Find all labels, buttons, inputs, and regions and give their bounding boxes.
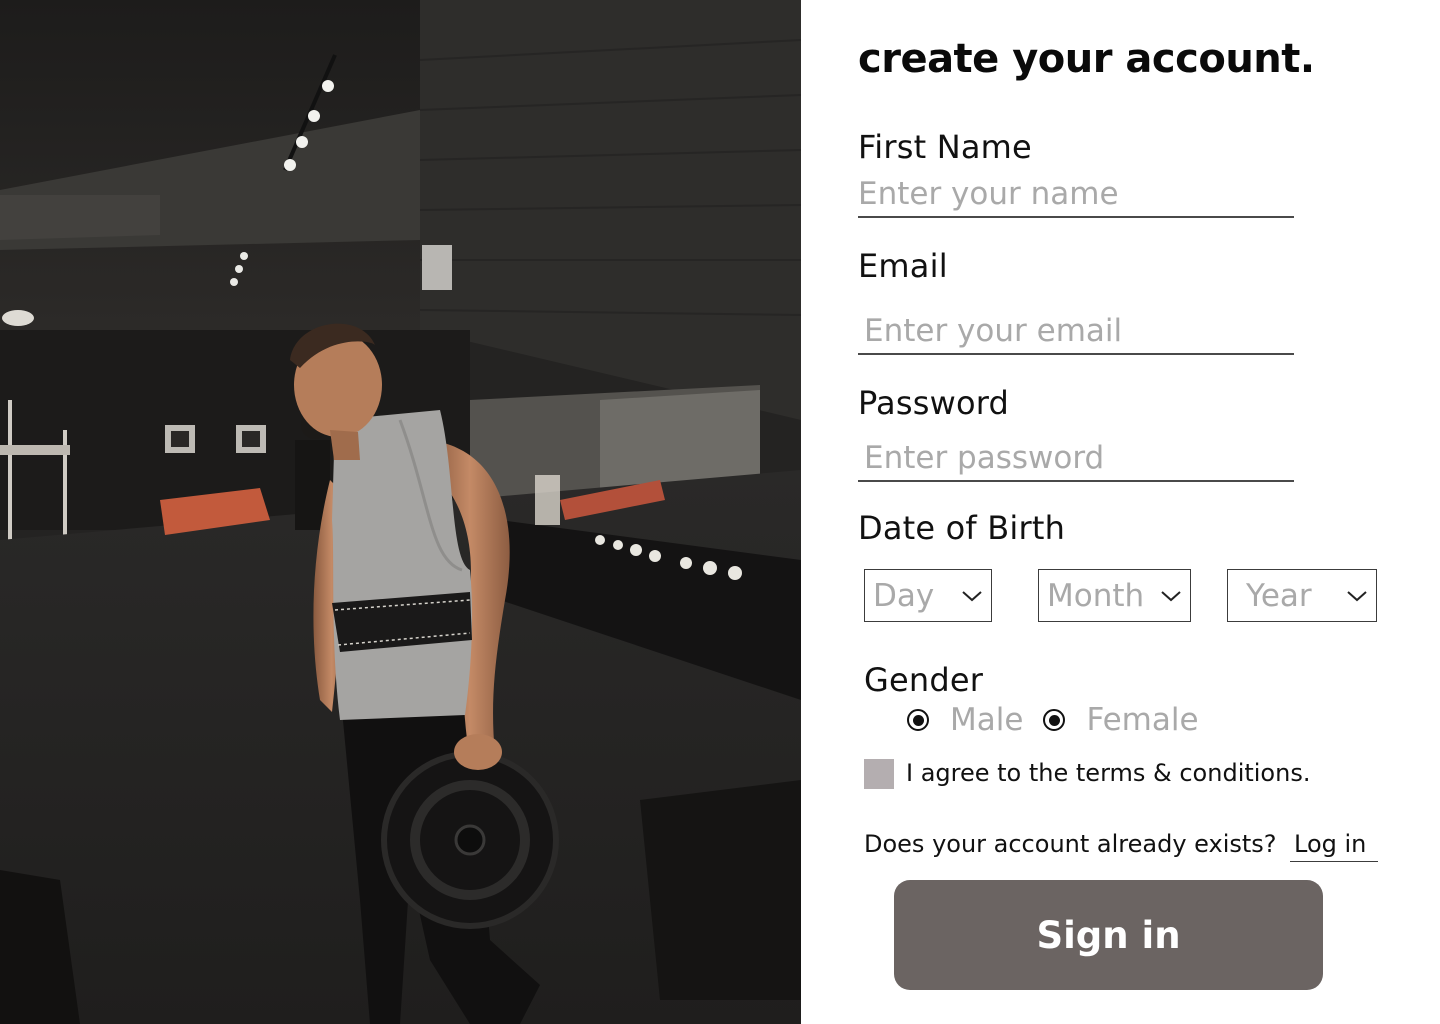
dob-day-select[interactable]: Day bbox=[864, 569, 992, 622]
gender-male-radio[interactable]: Male bbox=[907, 702, 1023, 738]
gym-photo bbox=[0, 0, 801, 1024]
dob-month-select[interactable]: Month bbox=[1038, 569, 1191, 622]
gender-female-radio[interactable]: Female bbox=[1043, 702, 1199, 738]
chevron-down-icon bbox=[1347, 590, 1367, 601]
dob-label: Date of Birth bbox=[858, 509, 1066, 547]
chevron-down-icon bbox=[962, 590, 982, 601]
email-input[interactable] bbox=[858, 309, 1294, 355]
login-link[interactable]: Log in bbox=[1290, 830, 1378, 862]
password-label: Password bbox=[858, 384, 1010, 422]
dob-year-select[interactable]: Year bbox=[1227, 569, 1377, 622]
signup-page: create your account. First Name Email Pa… bbox=[0, 0, 1440, 1024]
dob-year-value: Year bbox=[1246, 577, 1312, 614]
terms-checkbox[interactable] bbox=[864, 759, 894, 789]
signup-form: create your account. First Name Email Pa… bbox=[801, 0, 1440, 1024]
gender-female-label: Female bbox=[1086, 702, 1199, 738]
radio-selected-icon bbox=[907, 709, 929, 731]
first-name-input[interactable] bbox=[858, 172, 1294, 218]
email-label: Email bbox=[858, 247, 948, 285]
chevron-down-icon bbox=[1161, 590, 1181, 601]
dob-month-value: Month bbox=[1047, 577, 1145, 614]
gender-label: Gender bbox=[864, 661, 984, 699]
page-title: create your account. bbox=[858, 36, 1315, 82]
password-input[interactable] bbox=[858, 436, 1294, 482]
terms-label: I agree to the terms & conditions. bbox=[906, 759, 1311, 787]
account-exists-text: Does your account already exists? bbox=[864, 830, 1277, 858]
sign-in-button[interactable]: Sign in bbox=[894, 880, 1323, 990]
gender-male-label: Male bbox=[950, 702, 1024, 738]
dob-day-value: Day bbox=[873, 577, 935, 614]
gender-radio-group: Male Female bbox=[907, 702, 1199, 738]
radio-selected-icon bbox=[1043, 709, 1066, 731]
first-name-label: First Name bbox=[858, 128, 1032, 166]
